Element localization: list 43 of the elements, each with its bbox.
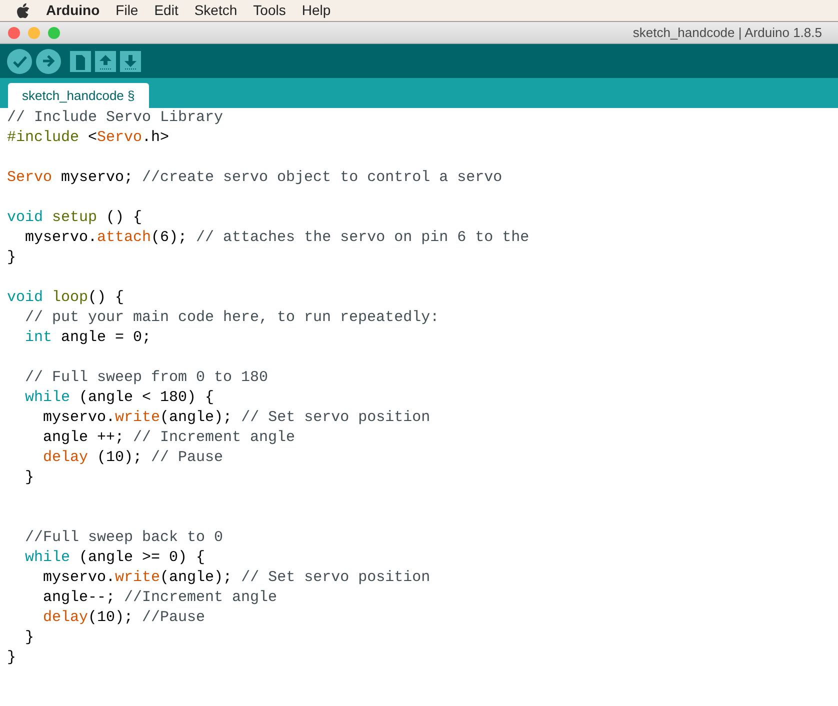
code-line: myservo.write(angle); // Set servo position	[42, 408, 430, 428]
document-icon	[76, 54, 85, 70]
code-line: // put your main code here, to run repeatedly:	[24, 308, 440, 328]
code-line: myservo.write(angle); // Set servo position	[42, 568, 430, 588]
app-menu[interactable]: Arduino	[46, 0, 100, 21]
zoom-button[interactable]	[48, 26, 60, 38]
checkmark-icon	[13, 56, 27, 68]
verify-button[interactable]	[7, 48, 32, 74]
code-line: }	[7, 248, 16, 268]
code-line: delay(10); //Pause	[42, 608, 206, 628]
down-arrow-icon	[124, 54, 136, 70]
open-button[interactable]	[95, 50, 116, 72]
code-line: void loop() {	[7, 288, 124, 308]
upload-button[interactable]	[36, 48, 61, 74]
code-line: // Full sweep from 0 to 180	[24, 368, 268, 388]
menu-item[interactable]: Help	[302, 0, 331, 21]
code-line: while (angle >= 0) {	[24, 548, 206, 568]
right-arrow-icon	[42, 54, 55, 67]
menu-item[interactable]: Sketch	[194, 0, 238, 21]
code-line: int angle = 0;	[24, 328, 152, 348]
apple-icon[interactable]	[16, 2, 30, 18]
close-button[interactable]	[8, 26, 20, 38]
code-line: #include <Servo.h>	[7, 128, 170, 148]
code-line: angle ++; // Increment angle	[42, 428, 296, 448]
window-title: sketch_handcode | Arduino 1.8.5	[632, 24, 822, 42]
code-line: Servo myservo; //create servo object to control a servo	[7, 168, 502, 188]
code-line: }	[24, 468, 34, 488]
save-button[interactable]	[120, 50, 141, 72]
code-line: delay (10); // Pause	[42, 448, 224, 468]
code-line: while (angle < 180) {	[24, 388, 214, 408]
new-button[interactable]	[70, 50, 91, 72]
code-line: //Full sweep back to 0	[24, 528, 224, 548]
code-line: // Include Servo Library	[7, 108, 224, 128]
code-line: }	[7, 648, 16, 668]
menu-item[interactable]: Edit	[154, 0, 178, 21]
code-line: void setup () {	[7, 208, 142, 228]
sketch-tab[interactable]: sketch_handcode §	[8, 83, 149, 108]
code-line: }	[24, 628, 34, 648]
up-arrow-icon	[100, 54, 112, 70]
menu-item[interactable]: Tools	[253, 0, 286, 21]
code-line: angle--; //Increment angle	[42, 588, 278, 608]
menu-item[interactable]: File	[116, 0, 138, 21]
code-line: myservo.attach(6); // attaches the servo on pin 6 to the	[24, 228, 530, 248]
